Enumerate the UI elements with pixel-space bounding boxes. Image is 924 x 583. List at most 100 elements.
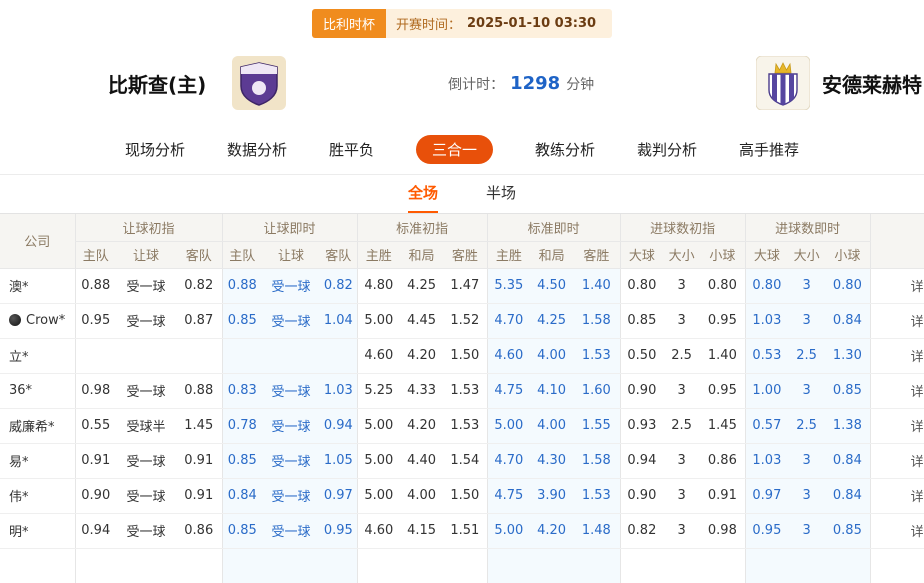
odds-cell: 0.80	[745, 268, 788, 303]
odds-cell: 受一球	[116, 478, 176, 513]
company-cell[interactable]: 36*	[0, 373, 75, 408]
company-cell[interactable]: 易*	[0, 443, 75, 478]
odds-cell: 1.58	[573, 443, 620, 478]
detail-link[interactable]: 详	[870, 373, 924, 408]
odds-cell: 3	[788, 443, 825, 478]
tab-高手推荐[interactable]: 高手推荐	[739, 139, 799, 160]
odds-cell: 0.80	[700, 268, 745, 303]
odds-cell: 受一球	[262, 373, 320, 408]
odds-cell: 0.80	[620, 268, 663, 303]
subtab-半场[interactable]: 半场	[486, 175, 516, 213]
sub-header: 让球	[262, 241, 320, 268]
company-cell[interactable]: 威廉希*	[0, 408, 75, 443]
odds-cell	[745, 548, 788, 583]
odds-cell: 0.84	[825, 443, 870, 478]
odds-cell: 1.03	[320, 373, 357, 408]
odds-cell: 0.50	[620, 338, 663, 373]
detail-link[interactable]: 详	[870, 268, 924, 303]
odds-cell: 0.57	[745, 408, 788, 443]
odds-cell: 1.50	[443, 478, 487, 513]
odds-cell: 0.85	[620, 303, 663, 338]
sub-header: 主胜	[487, 241, 530, 268]
league-badge[interactable]: 比利时杯	[312, 9, 386, 38]
odds-cell: 1.03	[745, 303, 788, 338]
odds-cell: 1.51	[443, 513, 487, 548]
countdown-label: 倒计时：	[448, 77, 504, 93]
odds-cell: 受一球	[262, 443, 320, 478]
odds-cell: 0.85	[222, 443, 262, 478]
countdown-unit: 分钟	[566, 77, 594, 93]
odds-cell	[530, 548, 573, 583]
detail-link[interactable]: 详	[870, 443, 924, 478]
odds-cell: 4.60	[487, 338, 530, 373]
detail-link[interactable]: 详	[870, 338, 924, 373]
tab-现场分析[interactable]: 现场分析	[125, 139, 185, 160]
odds-cell: 0.83	[222, 373, 262, 408]
odds-cell: 4.00	[530, 408, 573, 443]
group-header: 进球数即时	[745, 214, 870, 241]
start-time: 开赛时间： 2025-01-10 03:30	[386, 9, 612, 38]
sub-header: 客胜	[573, 241, 620, 268]
start-time-value: 2025-01-10 03:30	[467, 16, 596, 31]
away-team-crest-icon	[756, 56, 810, 110]
odds-cell: 4.00	[400, 478, 443, 513]
odds-cell: 4.30	[530, 443, 573, 478]
company-cell[interactable]: 立*	[0, 338, 75, 373]
company-cell[interactable]: 明*	[0, 513, 75, 548]
odds-cell: 0.95	[320, 513, 357, 548]
group-header: 让球即时	[222, 214, 357, 241]
odds-cell: 5.00	[357, 478, 400, 513]
odds-cell: 5.35	[487, 268, 530, 303]
odds-cell	[116, 548, 176, 583]
odds-cell: 4.80	[357, 268, 400, 303]
tab-裁判分析[interactable]: 裁判分析	[637, 139, 697, 160]
odds-cell: 0.84	[222, 478, 262, 513]
detail-link[interactable]: 详	[870, 408, 924, 443]
subtab-全场[interactable]: 全场	[408, 175, 438, 213]
odds-table-body: 澳*0.88受一球0.820.88受一球0.824.804.251.475.35…	[0, 268, 924, 583]
odds-cell: 3	[788, 303, 825, 338]
odds-cell	[663, 548, 700, 583]
odds-cell: 0.95	[745, 513, 788, 548]
detail-link[interactable]: 详	[870, 478, 924, 513]
odds-cell	[620, 548, 663, 583]
sub-header: 和局	[530, 241, 573, 268]
odds-cell: 0.80	[825, 268, 870, 303]
odds-cell: 0.88	[222, 268, 262, 303]
detail-link[interactable]: 详	[870, 513, 924, 548]
home-team-crest-icon	[232, 56, 286, 110]
odds-table-head: 公司让球初指让球即时标准初指标准即时进球数初指进球数即时主队让球客队主队让球客队…	[0, 214, 924, 268]
odds-cell: 5.00	[357, 303, 400, 338]
odds-cell: 1.45	[700, 408, 745, 443]
odds-cell	[262, 338, 320, 373]
odds-cell: 5.00	[357, 443, 400, 478]
odds-cell: 1.53	[443, 408, 487, 443]
odds-cell: 0.97	[745, 478, 788, 513]
tab-三合一[interactable]: 三合一	[416, 135, 493, 164]
odds-cell: 0.90	[75, 478, 116, 513]
odds-cell	[75, 338, 116, 373]
tab-胜平负[interactable]: 胜平负	[329, 139, 374, 160]
match-info-bar: 比利时杯 开赛时间： 2025-01-10 03:30	[0, 0, 924, 38]
odds-cell: 1.40	[573, 268, 620, 303]
countdown-value: 1298	[510, 73, 560, 94]
company-cell[interactable]: 澳*	[0, 268, 75, 303]
odds-cell: 0.88	[75, 268, 116, 303]
odds-cell	[222, 548, 262, 583]
tab-教练分析[interactable]: 教练分析	[535, 139, 595, 160]
odds-cell: 3	[788, 513, 825, 548]
detail-link[interactable]: 详	[870, 303, 924, 338]
company-cell[interactable]: Crow*	[0, 303, 75, 338]
company-cell[interactable]: 伟*	[0, 478, 75, 513]
odds-cell	[116, 338, 176, 373]
odds-cell: 0.95	[700, 303, 745, 338]
odds-cell: 0.85	[825, 373, 870, 408]
odds-cell: 2.5	[663, 408, 700, 443]
sub-header: 客队	[320, 241, 357, 268]
crow-club-icon	[9, 314, 21, 326]
odds-cell: 3	[663, 268, 700, 303]
tab-数据分析[interactable]: 数据分析	[227, 139, 287, 160]
sub-header: 大球	[745, 241, 788, 268]
odds-cell: 4.20	[530, 513, 573, 548]
odds-cell: 0.87	[176, 303, 222, 338]
